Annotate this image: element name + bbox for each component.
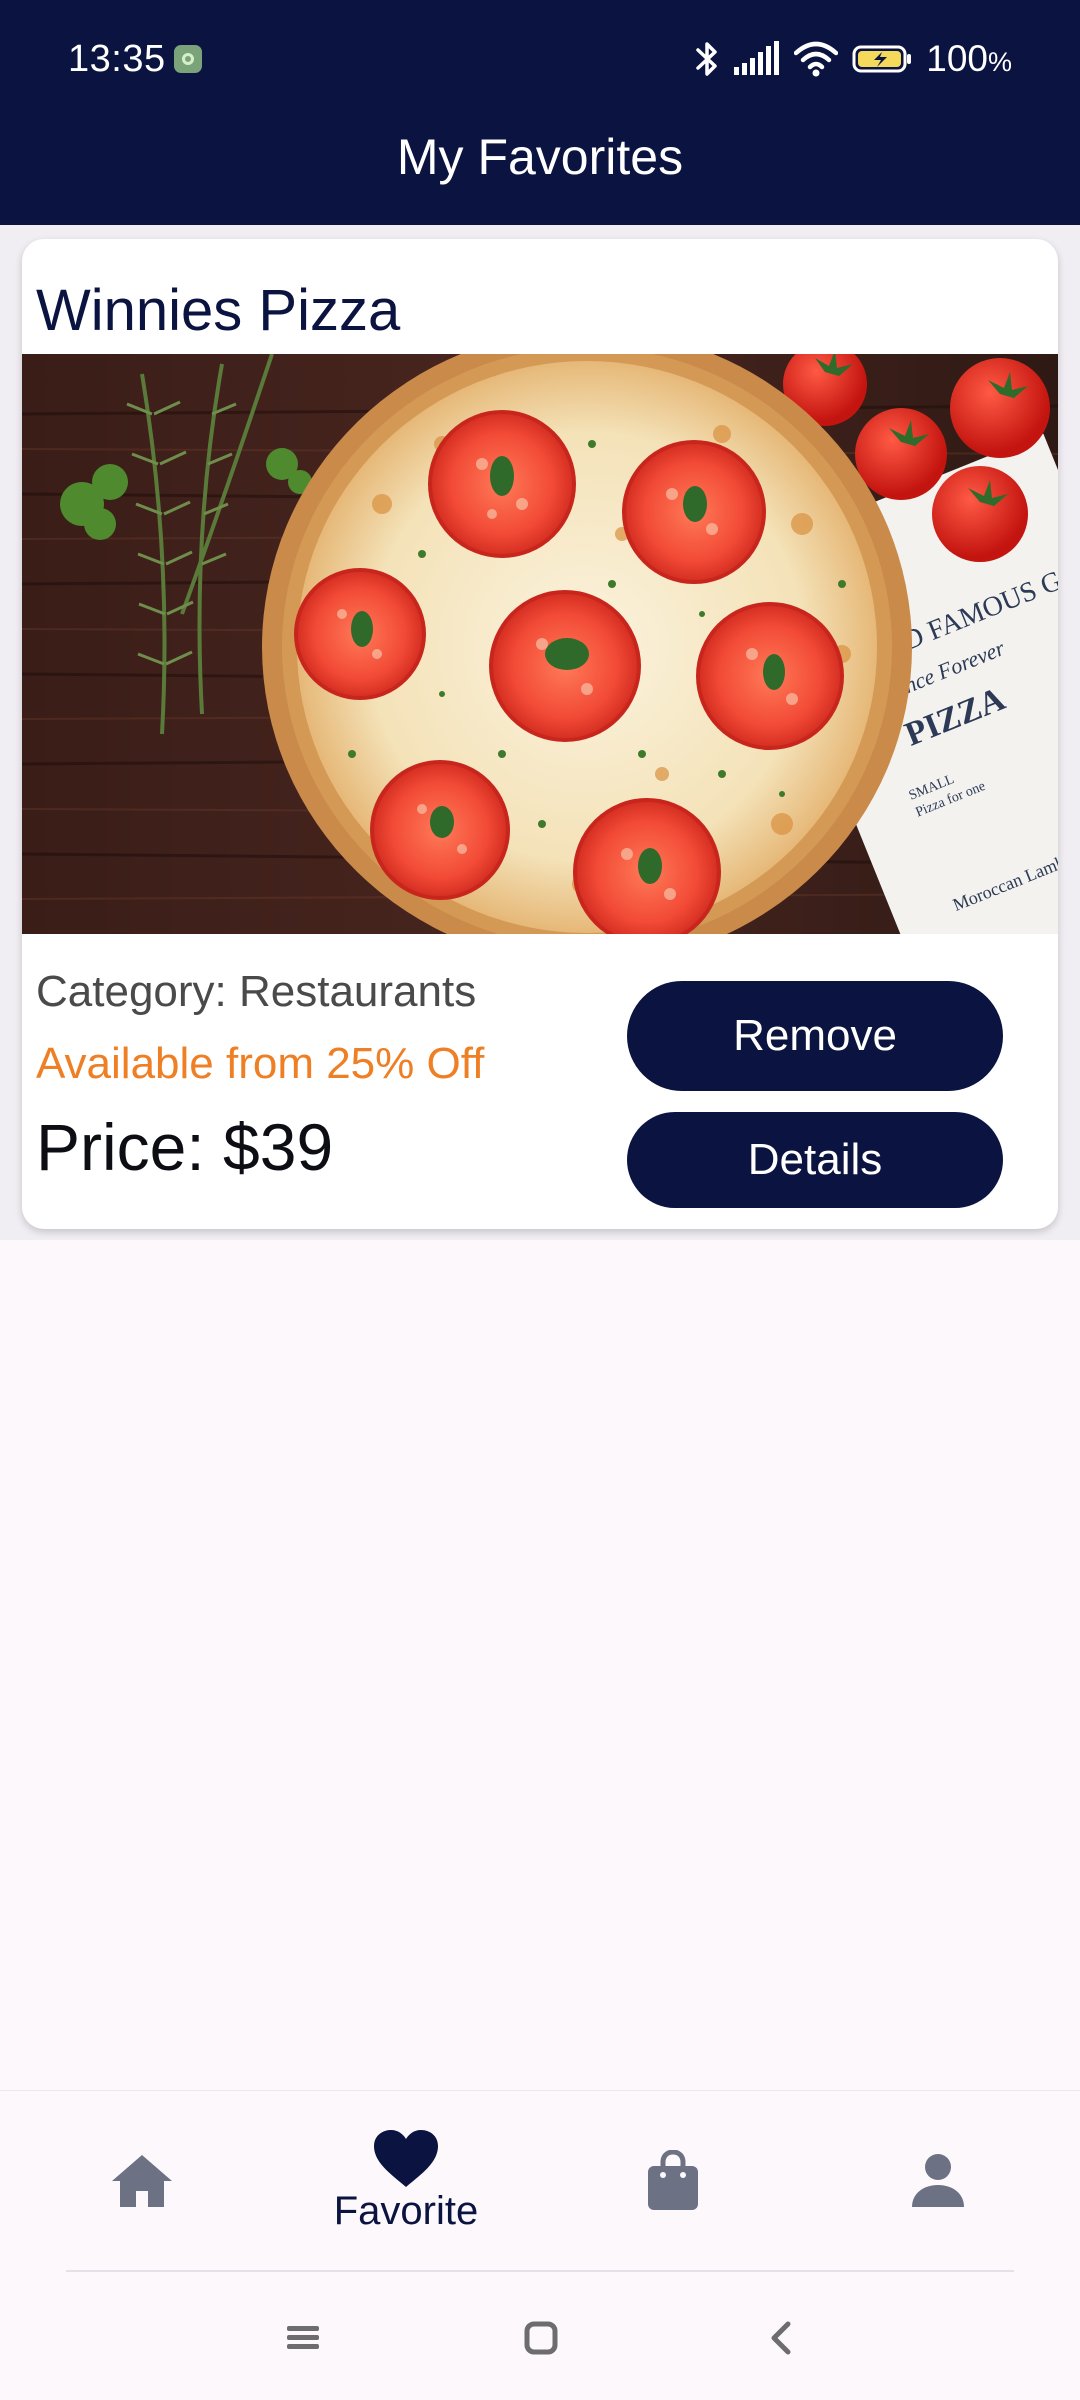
- nav-cart[interactable]: [583, 2091, 763, 2271]
- battery-icon: [852, 45, 912, 73]
- nav-home[interactable]: [52, 2091, 232, 2271]
- bottom-navigation: Favorite: [0, 2090, 1080, 2271]
- home-icon: [112, 2155, 172, 2207]
- shopping-bag-icon: [648, 2150, 698, 2210]
- details-button[interactable]: Details: [627, 1112, 1003, 1208]
- system-home-button[interactable]: [511, 2308, 571, 2368]
- favorite-card: Winnies Pizza Since Forever PIZZA SMALL …: [22, 239, 1058, 1229]
- system-back-button[interactable]: [751, 2308, 811, 2368]
- bluetooth-icon: [696, 42, 717, 76]
- person-icon: [912, 2154, 964, 2207]
- status-icons: 100%: [694, 36, 1012, 82]
- favorites-list: Winnies Pizza Since Forever PIZZA SMALL …: [0, 225, 1080, 1240]
- card-price: Price: $39: [36, 1110, 334, 1184]
- wifi-icon: [794, 41, 839, 77]
- page-title: My Favorites: [396, 129, 684, 185]
- nav-profile[interactable]: [848, 2091, 1028, 2271]
- system-recents-button[interactable]: [273, 2308, 333, 2368]
- card-discount: Available from 25% Off: [36, 1039, 485, 1088]
- status-time: 13:35: [68, 38, 166, 80]
- battery-value: 100: [926, 38, 988, 79]
- square-home-icon: [524, 2321, 558, 2355]
- card-category: Category: Restaurants: [36, 967, 477, 1016]
- heart-icon: [374, 2129, 438, 2187]
- nav-favorite-label: Favorite: [333, 2188, 479, 2233]
- remove-button[interactable]: Remove: [627, 981, 1003, 1091]
- back-chevron-icon: [771, 2321, 791, 2355]
- battery-unit: %: [987, 47, 1012, 77]
- app-header: 13:35 100% My Favorites: [0, 0, 1080, 225]
- menu-icon: [287, 2326, 319, 2349]
- signal-icon: [734, 41, 780, 75]
- nav-favorite[interactable]: Favorite: [316, 2091, 496, 2271]
- battery-percentage: 100%: [926, 38, 1012, 80]
- system-navigation-bar: [0, 2272, 1080, 2400]
- notification-app-icon: [174, 45, 202, 73]
- card-title: Winnies Pizza: [36, 278, 401, 343]
- pizza-image: WORLD FAMOUS GOURMET Since Forever PIZZA…: [22, 354, 1058, 934]
